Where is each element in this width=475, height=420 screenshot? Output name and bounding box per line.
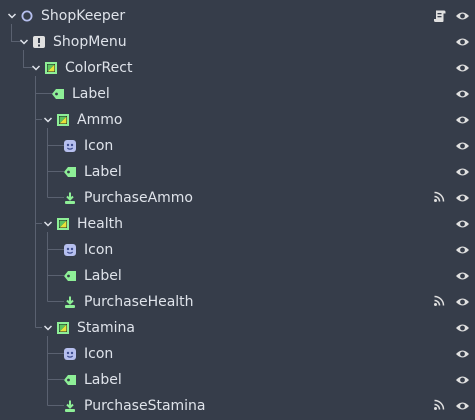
color-rect-icon	[57, 218, 69, 230]
signal-icon[interactable]	[433, 295, 445, 307]
eye-visibility-icon[interactable]	[455, 113, 470, 127]
node-name: ShopKeeper	[41, 8, 126, 24]
node-name: PurchaseStamina	[84, 398, 206, 414]
node-name: Stamina	[77, 320, 135, 336]
eye-visibility-icon[interactable]	[455, 165, 470, 179]
eye-visibility-icon[interactable]	[455, 243, 470, 257]
tree-item-shopmenu[interactable]: ShopMenu	[0, 29, 475, 55]
eye-visibility-icon[interactable]	[455, 321, 470, 335]
tree-item-stamina[interactable]: Stamina	[0, 315, 475, 341]
button-icon	[65, 192, 75, 204]
label-icon	[64, 167, 76, 177]
node-name: ShopMenu	[53, 34, 127, 50]
warning-icon	[33, 36, 45, 48]
signal-icon[interactable]	[433, 399, 445, 411]
label-icon	[64, 375, 76, 385]
button-icon	[65, 400, 75, 412]
texture-rect-icon	[64, 348, 76, 360]
signal-icon[interactable]	[433, 191, 445, 203]
tree-item-label[interactable]: Label	[0, 81, 475, 107]
tree-item-icon[interactable]: Icon	[0, 341, 475, 367]
tree-item-purchaseammo[interactable]: PurchaseAmmo	[0, 185, 475, 211]
tree-item-ammo[interactable]: Ammo	[0, 107, 475, 133]
node-name: Label	[84, 164, 122, 180]
eye-visibility-icon[interactable]	[455, 139, 470, 153]
eye-visibility-icon[interactable]	[455, 347, 470, 361]
node-name: PurchaseHealth	[84, 294, 194, 310]
chevron-down-icon[interactable]	[30, 62, 42, 74]
node-name: Ammo	[77, 112, 123, 128]
eye-visibility-icon[interactable]	[455, 269, 470, 283]
eye-visibility-icon[interactable]	[455, 373, 470, 387]
chevron-down-icon[interactable]	[42, 218, 54, 230]
chevron-down-icon[interactable]	[18, 36, 30, 48]
node-name: Health	[77, 216, 123, 232]
eye-visibility-icon[interactable]	[455, 35, 470, 49]
eye-visibility-icon[interactable]	[455, 87, 470, 101]
tree-item-shopkeeper[interactable]: ShopKeeper	[0, 3, 475, 29]
button-icon	[65, 296, 75, 308]
tree-item-icon[interactable]: Icon	[0, 133, 475, 159]
tree-item-icon[interactable]: Icon	[0, 237, 475, 263]
label-icon	[64, 271, 76, 281]
eye-visibility-icon[interactable]	[455, 9, 470, 23]
node-name: Icon	[84, 138, 114, 154]
tree-item-label[interactable]: Label	[0, 367, 475, 393]
color-rect-icon	[57, 322, 69, 334]
node-name: Icon	[84, 346, 114, 362]
chevron-down-icon[interactable]	[6, 10, 18, 22]
tree-item-colorrect[interactable]: ColorRect	[0, 55, 475, 81]
eye-visibility-icon[interactable]	[455, 217, 470, 231]
script-icon[interactable]	[433, 9, 446, 23]
chevron-down-icon[interactable]	[42, 114, 54, 126]
node-name: Label	[84, 372, 122, 388]
tree-item-label[interactable]: Label	[0, 263, 475, 289]
label-icon	[52, 89, 64, 99]
node-name: Label	[72, 86, 110, 102]
node-name: Icon	[84, 242, 114, 258]
chevron-down-icon[interactable]	[42, 322, 54, 334]
texture-rect-icon	[64, 140, 76, 152]
tree-item-purchasestamina[interactable]: PurchaseStamina	[0, 393, 475, 419]
tree-item-purchasehealth[interactable]: PurchaseHealth	[0, 289, 475, 315]
node-name: PurchaseAmmo	[84, 190, 193, 206]
color-rect-icon	[45, 62, 57, 74]
scene-tree: ShopKeeper ShopMenu ColorRect Label Ammo Icon…	[0, 0, 475, 420]
tree-item-health[interactable]: Health	[0, 211, 475, 237]
eye-visibility-icon[interactable]	[455, 61, 470, 75]
texture-rect-icon	[64, 244, 76, 256]
color-rect-icon	[57, 114, 69, 126]
eye-visibility-icon[interactable]	[455, 295, 470, 309]
node-icon	[21, 10, 33, 22]
eye-visibility-icon[interactable]	[455, 399, 470, 413]
tree-item-label[interactable]: Label	[0, 159, 475, 185]
eye-visibility-icon[interactable]	[455, 191, 470, 205]
node-name: ColorRect	[65, 60, 133, 76]
node-name: Label	[84, 268, 122, 284]
